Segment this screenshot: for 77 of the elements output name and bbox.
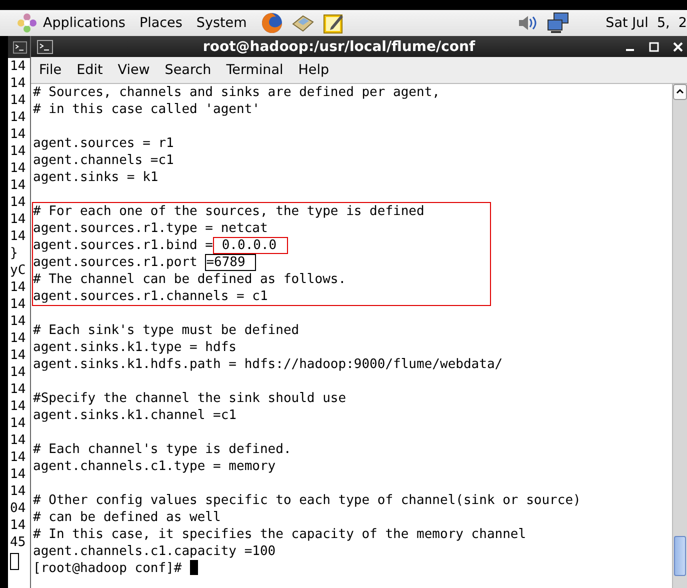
notepad-icon[interactable] xyxy=(322,12,345,34)
terminal-line: 14 xyxy=(10,449,26,466)
cursor xyxy=(190,560,198,575)
terminal-line: 14 xyxy=(10,398,26,415)
menu-item[interactable]: File xyxy=(39,62,62,78)
panel-menu[interactable]: Applications xyxy=(43,15,126,31)
code-line: #Specify the channel the sink should use xyxy=(33,390,346,407)
menu-item[interactable]: Search xyxy=(164,62,212,78)
clock[interactable]: Sat Jul 5, 2 xyxy=(606,15,687,31)
terminal-line: 14 xyxy=(10,483,26,500)
code-line: agent.sinks = k1 xyxy=(33,169,160,186)
terminal-line: 45 xyxy=(10,534,26,551)
code-text: agent.sources.r1.port xyxy=(33,255,198,270)
menu-item[interactable]: Edit xyxy=(76,62,103,78)
terminal-line: 14 xyxy=(10,92,26,109)
globe-icon[interactable] xyxy=(260,12,283,34)
network-computers-icon[interactable] xyxy=(546,12,570,34)
menu-item[interactable]: View xyxy=(118,62,150,78)
code-line: agent.sources.r1.type = netcat xyxy=(33,220,269,237)
terminal-line: 14 xyxy=(10,143,26,160)
code-line: # Sources, channels and sinks are defined per agent, xyxy=(33,84,440,101)
code-line: agent.channels.c1.type = memory xyxy=(33,458,277,475)
close-icon[interactable] xyxy=(673,42,683,52)
scrollbar[interactable] xyxy=(672,84,687,588)
cursor xyxy=(10,553,19,570)
terminal-line: 14 xyxy=(10,279,26,296)
terminal-line: 14 xyxy=(10,177,26,194)
terminal-line: yC xyxy=(10,262,26,279)
code-line: agent.sources = r1 xyxy=(33,135,174,152)
terminal-line: 14 xyxy=(10,58,26,75)
terminal-line: 14 xyxy=(10,364,26,381)
code-line: agent.sinks.k1.hdfs.path = hdfs://hadoop:9000/flume/webdata/ xyxy=(33,356,503,373)
code-line: # Each channel's type is defined. xyxy=(33,441,292,458)
shell-prompt: [root@hadoop conf]# xyxy=(33,561,183,576)
terminal-line: 14 xyxy=(10,296,26,313)
code-line: # Each sink's type must be defined xyxy=(33,322,300,339)
terminal-line: 14 xyxy=(10,194,26,211)
code-line: agent.channels.c1.capacity =100 xyxy=(33,543,277,560)
terminal-line: 14 xyxy=(10,211,26,228)
terminal-line: 14 xyxy=(10,415,26,432)
code-line: # Other config values specific to each type of channel(sink or source) xyxy=(33,492,581,509)
terminal-icon[interactable] xyxy=(13,40,27,54)
scroll-thumb[interactable] xyxy=(674,536,686,576)
code-line: agent.sinks.k1.channel =c1 xyxy=(33,407,238,424)
flower-logo-icon[interactable] xyxy=(17,13,37,33)
terminal-line: } xyxy=(10,245,19,262)
terminal-line: 14 xyxy=(10,228,26,245)
terminal-icon[interactable] xyxy=(37,40,53,54)
code-line: # can be defined as well xyxy=(33,509,222,526)
code-line: # For each one of the sources, the type is defined xyxy=(33,203,424,220)
menu-item[interactable]: Help xyxy=(298,62,330,78)
menu-item[interactable]: Terminal xyxy=(226,62,284,78)
maximize-icon[interactable] xyxy=(649,42,659,52)
code-line: agent.channels =c1 xyxy=(33,152,174,169)
terminal-line: 14 xyxy=(10,517,26,534)
terminal-line: 14 xyxy=(10,381,26,398)
terminal-line: 14 xyxy=(10,313,26,330)
code-line: agent.sources.r1.channels = c1 xyxy=(33,288,269,305)
highlighted-value: =6789 xyxy=(205,254,256,271)
code-line: # The channel can be defined as follows. xyxy=(33,271,348,288)
terminal-line: 14 xyxy=(10,109,26,126)
code-line: agent.sinks.k1.type = hdfs xyxy=(33,339,238,356)
terminal-line: 14 xyxy=(10,126,26,143)
terminal-line: 14 xyxy=(10,330,26,347)
panel-menu[interactable]: System xyxy=(196,15,247,31)
terminal-line: 14 xyxy=(10,160,26,177)
highlighted-value: 0.0.0.0 xyxy=(213,237,288,254)
code-line: # in this case called 'agent' xyxy=(33,101,261,118)
window-title: root@hadoop:/usr/local/flume/conf xyxy=(202,38,476,54)
code-text: agent.sources.r1.bind = xyxy=(33,238,214,253)
terminal-line: 14 xyxy=(10,347,26,364)
panel-menu[interactable]: Places xyxy=(139,15,182,31)
code-line: # In this case, it specifies the capacity of the memory channel xyxy=(33,526,528,543)
terminal-line: 14 xyxy=(10,75,26,92)
terminal-line: 04 xyxy=(10,500,26,517)
terminal-line: 14 xyxy=(10,432,26,449)
terminal-line: 14 xyxy=(10,466,26,483)
